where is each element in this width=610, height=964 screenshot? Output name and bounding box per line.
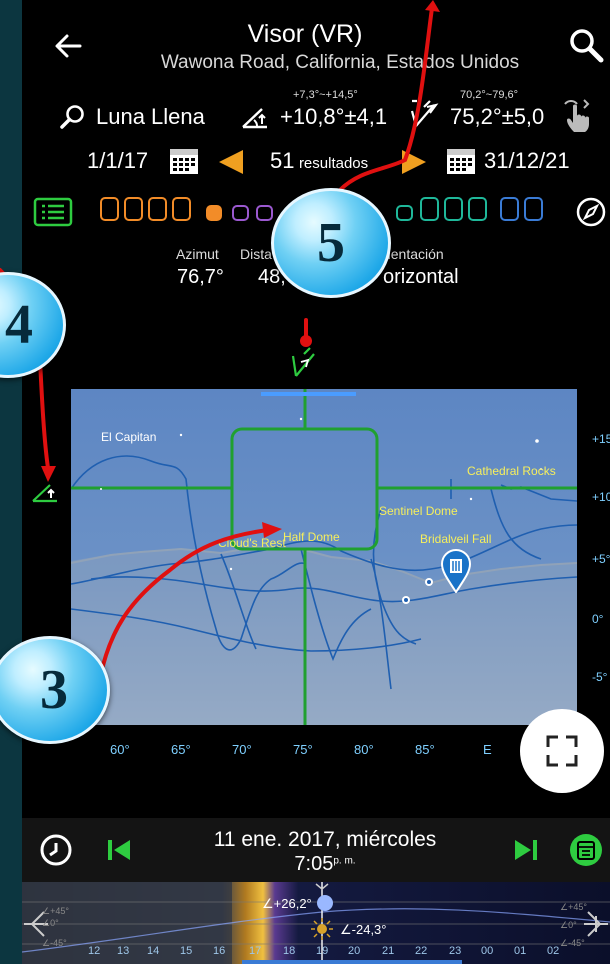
annotation-arrows [0, 0, 440, 680]
screenshot: Visor (VR) Wawona Road, California, Esta… [0, 0, 610, 964]
callout-five: 5 [271, 188, 391, 298]
